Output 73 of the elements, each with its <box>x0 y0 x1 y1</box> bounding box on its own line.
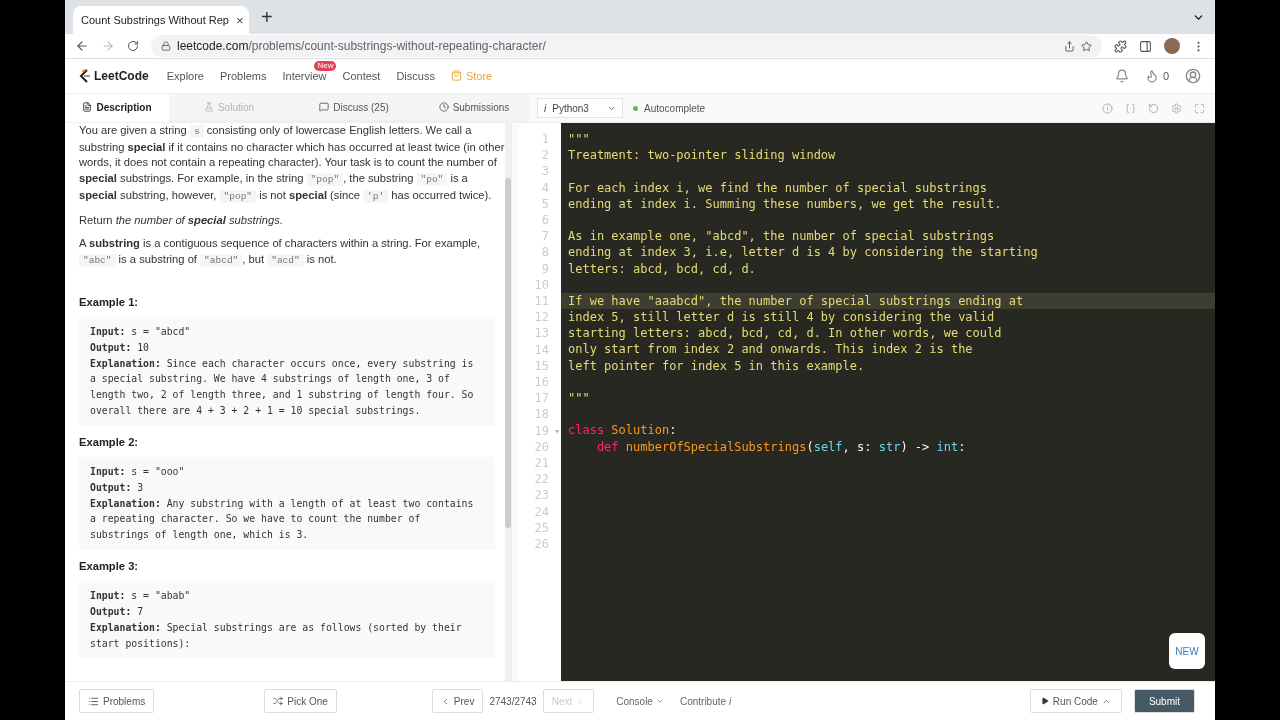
chat-icon <box>319 102 330 112</box>
shuffle-icon <box>273 696 284 706</box>
code-line: """ <box>568 391 590 405</box>
code-line: index 5, still letter d is still 4 by considering the valid <box>568 310 995 325</box>
code-line: If we have "aaabcd", the number of special substrings ending at <box>568 293 1024 308</box>
code-line: def numberOfSpecialSubstrings(self, s: str) -> int: <box>595 439 966 454</box>
bell-icon[interactable] <box>1114 69 1129 83</box>
submit-button[interactable]: Submit <box>1133 689 1195 713</box>
clock-icon <box>438 102 449 112</box>
caret-icon <box>655 697 664 705</box>
new-feature-button[interactable]: NEW <box>1169 633 1205 669</box>
settings-icon[interactable] <box>1171 102 1182 114</box>
browser-tab[interactable]: Count Substrings Without Rep × <box>73 6 249 34</box>
list-icon <box>88 695 99 707</box>
nav-link[interactable]: Contest <box>342 70 381 82</box>
code-line: left pointer for index 5 in this example. <box>568 358 865 373</box>
code-line: """ <box>568 132 590 146</box>
autocomplete-toggle[interactable]: Autocomplete <box>644 102 706 114</box>
example-title: Example 2: <box>79 434 140 450</box>
nav-link[interactable]: Discuss <box>396 70 435 82</box>
description-paragraph: You are given a string s consisting only of lowercase English letters. We call a substring special if it contains no character which has occurred at least twice (in other words, it does not contain a repeating character). Your task is to count the number of special substrings. For example, in the string "pop" , the substring "po" is a special substring, however, "pop" is not special (since 'p' has occurred twice). <box>79 123 505 205</box>
language-select[interactable]: i Python3 <box>537 98 623 118</box>
code-line: class Solution: <box>568 423 677 438</box>
description-paragraph: A substring is a contiguous sequence of characters within a string. For example, "abc" is a substring of "abcd" , but "acd" is not. <box>79 236 482 269</box>
code-line: ending at index 3, i.e, letter d is 4 by considering the starting <box>568 245 1038 260</box>
close-tab-button[interactable]: × <box>235 12 244 28</box>
play-icon <box>1040 697 1049 705</box>
bag-icon <box>450 70 462 81</box>
code-line: letters: abcd, bcd, cd, d. <box>568 261 756 276</box>
example-block: Input: s = "abab" Output: 7 Explanation: Special substrings are as follows (sorted by their start positions): <box>79 581 495 659</box>
new-badge: New <box>314 61 337 71</box>
prev-button[interactable]: Prev <box>431 689 484 713</box>
problem-counter: 2743/2743 <box>488 695 538 707</box>
braces-icon[interactable] <box>1125 102 1136 114</box>
forward-icon[interactable] <box>101 39 115 53</box>
description-paragraph: Return the number of special substrings. <box>79 212 284 228</box>
tab[interactable]: Discuss (25) <box>289 94 419 122</box>
pick-one-button[interactable]: Pick One <box>264 689 337 713</box>
example-block: Input: s = "abcd" Output: 10 Explanation: Since each character occurs once, every substring is a special substring. We have 4 substrings of length one, 3 of length two, 2 of length three, and 1 substring of length four. So overall there are 4 + 3 + 2 + 1 = 10 special substrings. <box>79 317 495 426</box>
example-title: Example 3: <box>79 558 140 574</box>
code-line: only start from index 2 and onwards. This index 2 is the <box>568 342 973 357</box>
info-icon[interactable] <box>1102 102 1113 114</box>
back-icon[interactable] <box>75 39 89 53</box>
code-line: Treatment: two-pointer sliding window <box>568 148 836 163</box>
nav-link[interactable]: Interview <box>282 70 327 82</box>
run-code-button[interactable]: Run Code <box>1029 689 1122 713</box>
nav-link[interactable]: Explore <box>166 70 204 82</box>
reset-icon[interactable] <box>1148 102 1159 114</box>
extensions-icon[interactable] <box>1114 39 1127 53</box>
console-button[interactable]: Console <box>616 695 664 707</box>
address-bar[interactable]: leetcode.com/problems/count-substrings-without-repeating-character/ <box>151 35 1102 57</box>
logo[interactable]: LeetCode <box>79 69 149 83</box>
profile-avatar[interactable] <box>1164 38 1180 54</box>
side-panel-icon[interactable] <box>1139 39 1152 53</box>
example-title: Example 1: <box>79 294 140 310</box>
fullscreen-icon[interactable] <box>1194 102 1205 114</box>
code-line: As in example one, "abcd", the number of special substrings <box>568 229 995 244</box>
nav-link[interactable]: Problems <box>220 70 267 82</box>
flask-icon <box>203 102 214 112</box>
tab[interactable]: Submissions <box>419 94 529 122</box>
code-editor[interactable] <box>519 123 1215 681</box>
contribute-link[interactable]: Contribute i <box>679 695 732 707</box>
reload-icon[interactable] <box>127 40 139 52</box>
streak-counter[interactable]: 0 <box>1144 69 1169 83</box>
new-tab-button[interactable]: + <box>261 5 273 29</box>
problems-button[interactable]: Problems <box>79 689 155 713</box>
code-line: starting letters: abcd, bcd, cd, d. In other words, we could <box>568 326 1002 341</box>
code-line: For each index i, we find the number of special substrings <box>568 180 988 195</box>
tab[interactable]: Description <box>65 94 169 122</box>
code-line: ending at index i. Summing these numbers, we get the result. <box>568 196 1002 211</box>
user-icon[interactable] <box>1185 68 1201 84</box>
document-icon <box>82 102 93 112</box>
example-block: Input: s = "ooo" Output: 3 Explanation: Any substring with a length of at least two contains a repeating character. So we have to count the number of substrings of length one, which is 3. <box>79 457 495 550</box>
